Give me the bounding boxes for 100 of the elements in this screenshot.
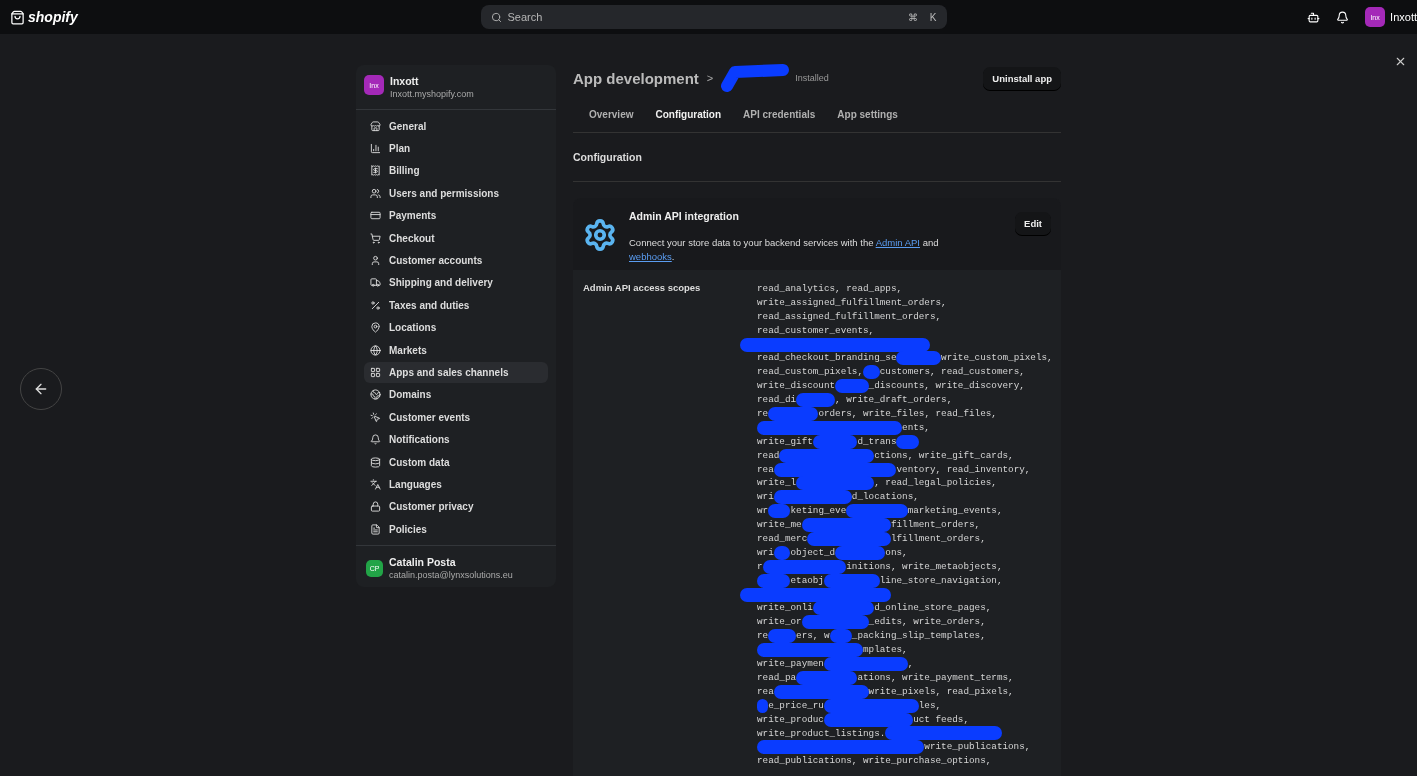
menu-icon [370,434,381,446]
card-description: Connect your store data to your backend services with the Admin API and webhooks. [629,236,940,264]
back-button[interactable] [20,368,62,410]
status-text: Installed [795,73,830,83]
notifications-icon[interactable] [1336,10,1350,24]
scope-text: read_assigned_fulfillment_orders, [757,309,942,324]
menu-icon [370,322,381,334]
sidebar-item[interactable]: Markets [364,339,548,361]
scope-text: marketing_events, [907,504,1003,519]
tab[interactable]: API credentials [743,109,816,120]
store-name: Inxott [390,75,420,87]
scope-text: wr [757,504,769,519]
webhooks-link[interactable]: webhooks [629,251,672,262]
scope-text: customers, read_customers, [879,365,1025,380]
section-title: Configuration [573,133,1061,182]
scope-text: object_d [790,545,836,560]
card-title: Admin API integration [629,210,740,222]
scope-text: r [757,559,763,574]
sidebar-item[interactable]: Plan [364,138,548,159]
tab[interactable]: Configuration [655,109,722,120]
scope-text: write_or [757,615,802,630]
scope-text: , write_draft_orders, [835,393,953,408]
scope-text: re [757,407,769,421]
menu-icon [370,255,381,267]
scope-text: fillment_orders, [890,518,981,533]
sidebar-item[interactable]: Payments [364,205,548,226]
scope-text: wri [757,545,774,560]
scope-text: d_online_store_pages, [874,601,992,616]
scope-text: d_trans [857,434,897,449]
menu-icon [370,210,381,222]
menu-icon [370,299,381,311]
user-name: Catalin Posta [389,556,457,569]
scope-text: write_pixels, read_pixels, [868,684,1014,699]
menu-icon [370,523,381,535]
sidebar-item[interactable]: Domains [364,384,548,406]
scope-text: ventory, read_inventory, [896,462,1031,477]
scope-text: write_product_listings. [757,726,886,741]
scope-text: write_custom_pixels, [941,351,1053,366]
sidebar-item[interactable]: Custom data [364,451,548,473]
sidebar-item[interactable]: Apps and sales channels [364,362,548,383]
scope-text: keting_eve [790,504,847,519]
scope-text: d_locations, [851,490,919,505]
store-domain: Inxott.myshopify.com [390,89,474,99]
menu-icon [370,411,381,423]
sidebar-item[interactable]: Users and permissions [364,183,548,204]
sidebar-item[interactable]: Customer events [364,407,548,428]
search-field[interactable]: Search ⌘ K [480,5,947,29]
sidebar-item[interactable]: Policies [364,519,548,540]
sidebar-item[interactable]: Customer privacy [364,496,548,518]
scope-text: read_custom_pixels, [757,365,863,380]
store-name[interactable]: Inxott [1390,11,1417,23]
edit-button[interactable]: Edit [1015,212,1051,235]
tab[interactable]: App settings [837,109,898,120]
breadcrumb-separator: > [706,72,714,84]
scopes-label: Admin API access scopes [583,282,702,295]
scope-text: write_assigned_fulfillment_orders, [757,295,947,310]
scope-text: lfillment_orders, [890,532,986,546]
sidebar-item[interactable]: Taxes and duties [364,295,548,316]
menu-icon [370,501,381,513]
scope-text: write_paymen [757,657,824,671]
sidebar-item[interactable]: Locations [364,317,548,338]
menu-icon [370,232,381,244]
tab[interactable]: Overview [589,109,634,120]
admin-api-link[interactable]: Admin API [875,237,920,248]
sidebar-item[interactable]: Languages [364,474,548,495]
scope-text: write_discount [757,379,836,394]
scope-text: read_merc [757,532,808,546]
scope-text: ents, [902,420,930,435]
sidebar-item[interactable]: Checkout [364,227,548,249]
scope-text: , read_legal_policies, [874,476,997,491]
sidebar-item[interactable]: Notifications [364,429,548,450]
sidebar-item[interactable]: Customer accounts [364,250,548,271]
menu-icon [370,367,381,378]
scope-text: read_analytics, read_apps, [757,282,903,296]
scope-text: initions, write_metaobjects, [846,559,1003,574]
scope-text: read_checkout_branding_se [757,351,897,366]
scope-text: ctions, write_gift_cards, [874,448,1014,463]
breadcrumb[interactable]: App development [573,69,699,87]
scope-text: re [757,629,769,644]
menu-icon [370,120,381,132]
scope-text: etaobj [790,573,824,588]
scope-text: rea [757,462,774,477]
sidebar-item[interactable]: Billing [364,160,548,182]
search-icon [490,11,502,23]
scribble-drawing [757,698,769,713]
assistant-icon[interactable] [1307,10,1321,24]
logo-text: shopify [28,9,78,25]
uninstall-button[interactable]: Uninstall app [983,66,1061,90]
scope-text: ers, w [796,629,830,644]
sidebar-item[interactable]: General [364,116,548,137]
menu-icon [370,187,381,199]
scope-text: ons, [885,545,908,560]
scope-text: write_onli [757,601,813,616]
sidebar-item[interactable]: Shipping and delivery [364,272,548,294]
scope-text: _packing_slip_templates, [851,629,986,644]
scope-text: read_customer_events, [757,323,875,338]
scope-text: e_price_ru [768,698,824,713]
scope-text: wri [757,490,774,505]
menu-icon [370,143,381,155]
gear-icon [583,218,617,252]
